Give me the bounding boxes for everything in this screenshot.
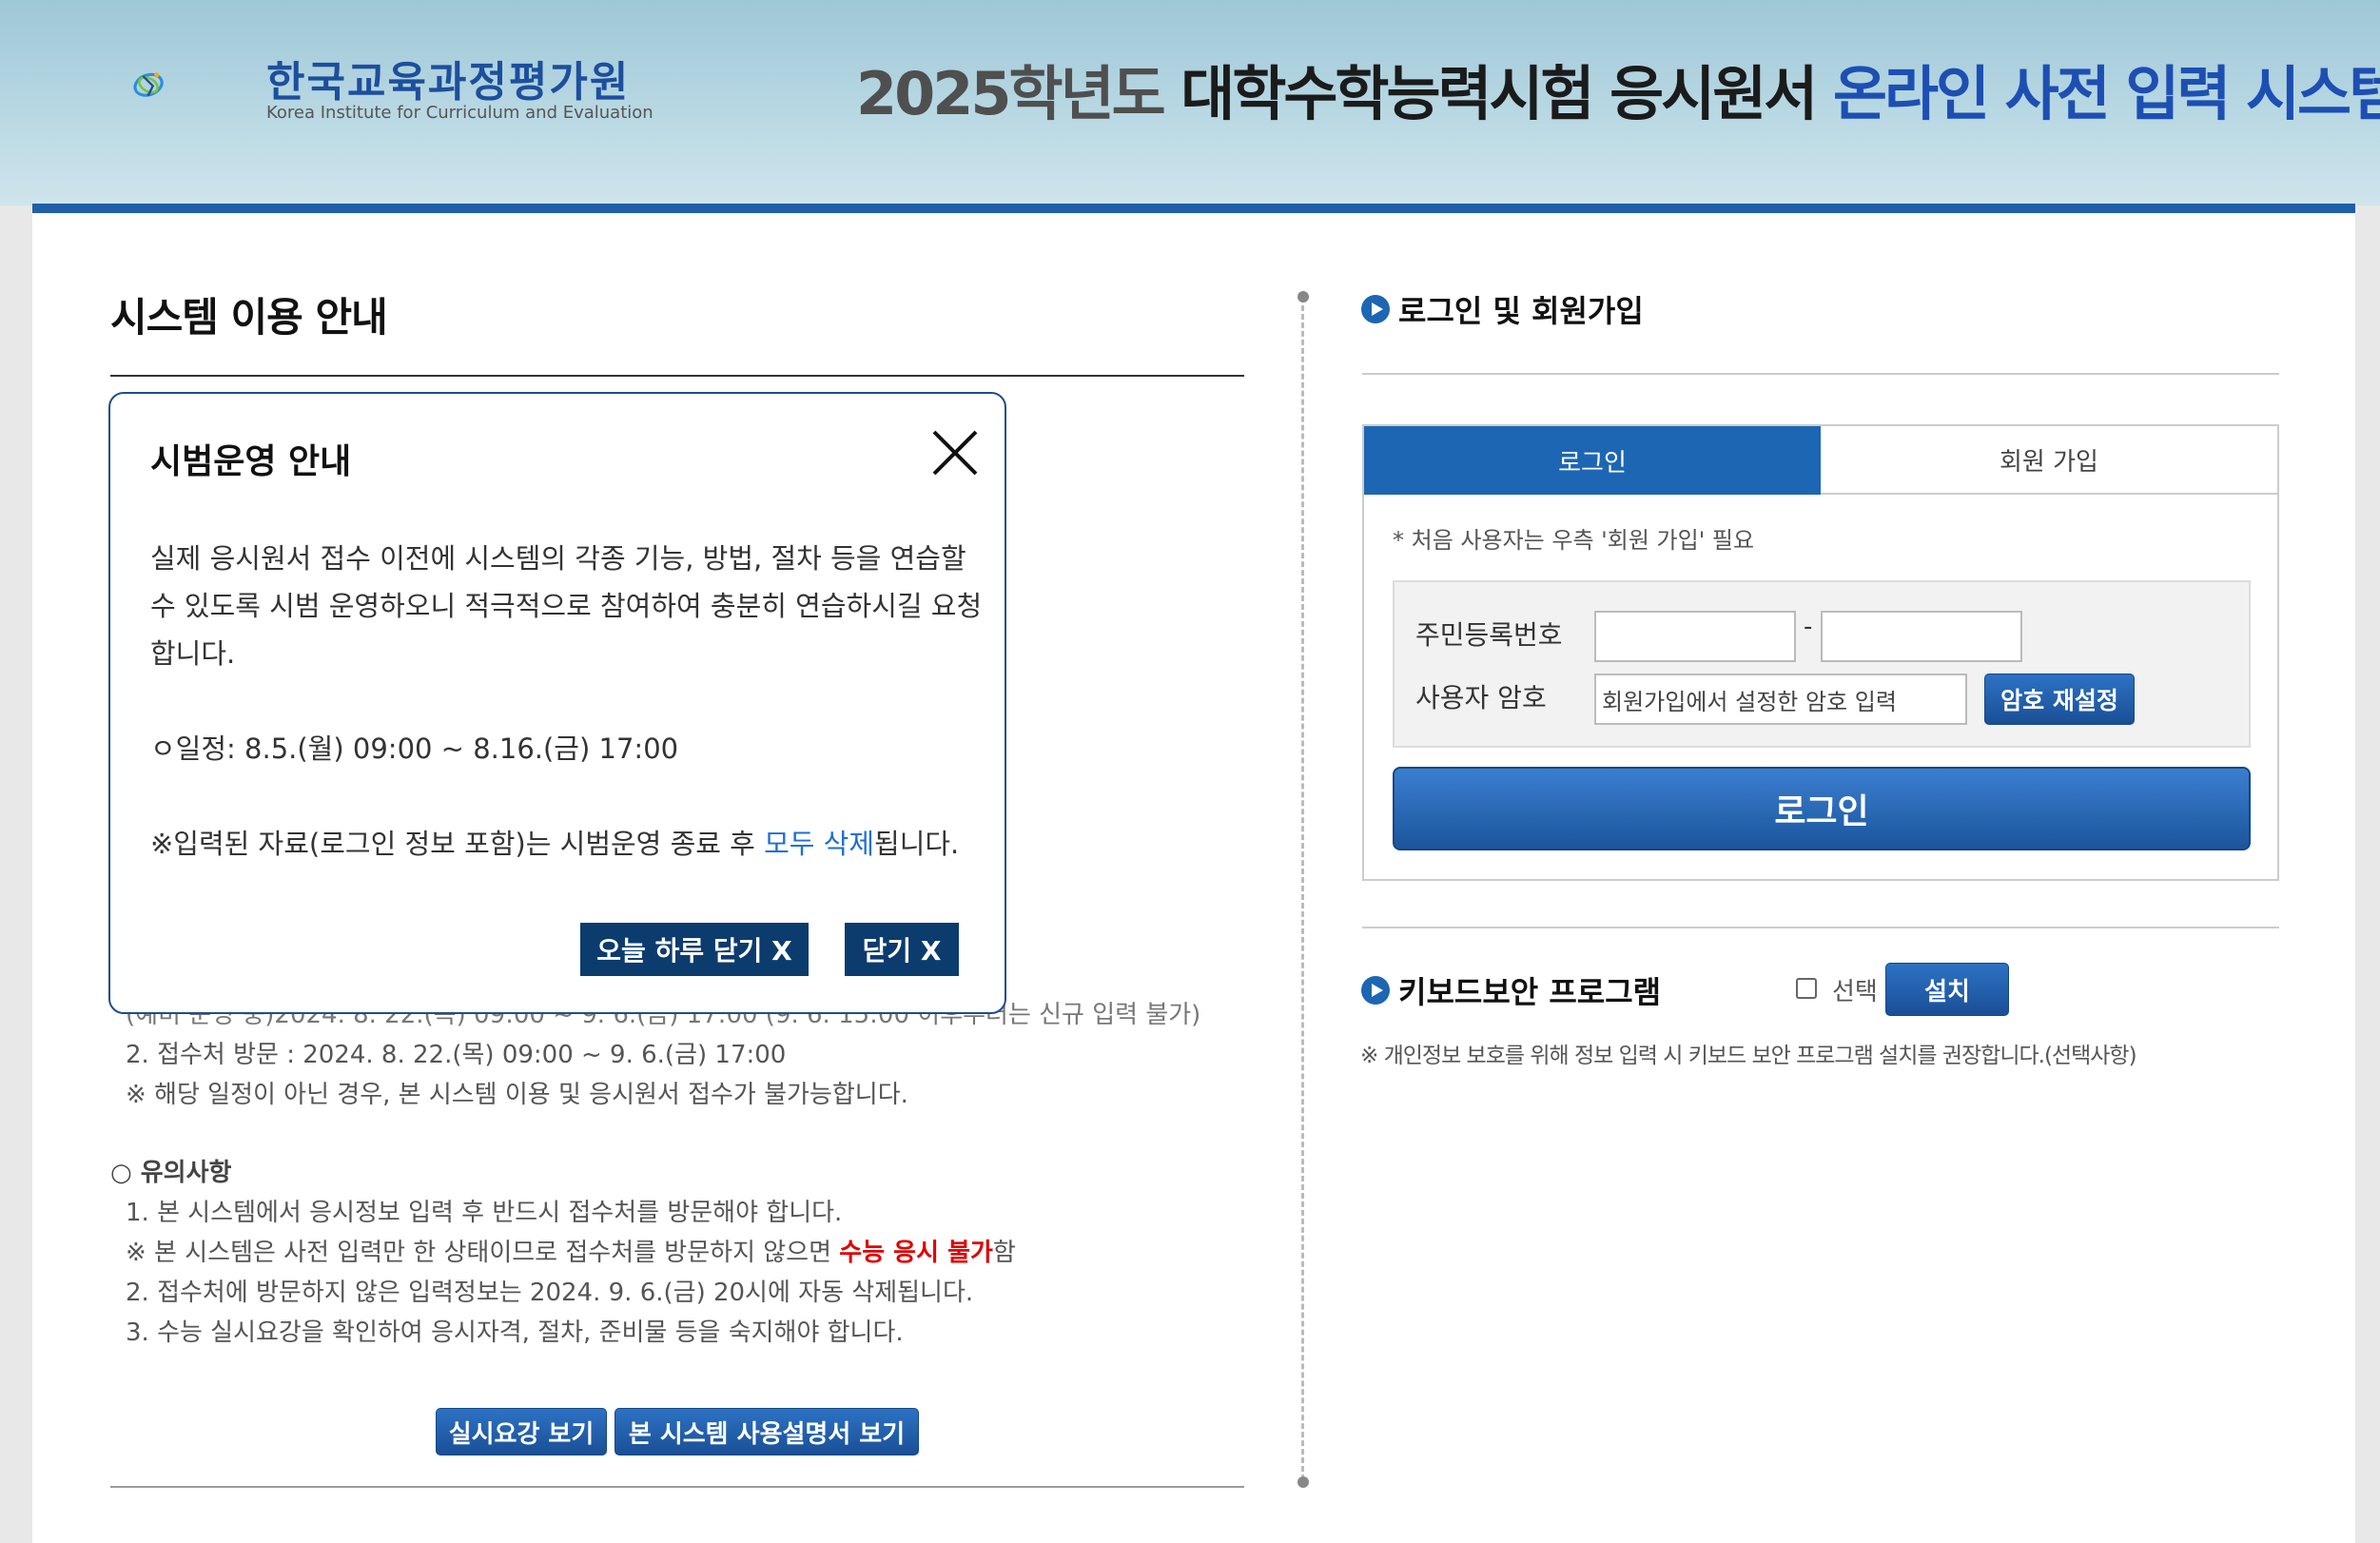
divider-bottom-dot xyxy=(1297,1476,1309,1488)
login-box: 로그인 회원 가입 * 처음 사용자는 우측 '회원 가입' 필요 주민등록번호… xyxy=(1362,424,2279,881)
login-button[interactable]: 로그인 xyxy=(1393,767,2251,850)
keyboard-select-label: 선택 xyxy=(1832,978,1878,1006)
popup-close-button[interactable]: 닫기 X xyxy=(845,923,959,976)
title-divider xyxy=(110,375,1244,377)
login-form: 주민등록번호 - 사용자 암호 회원가입에서 설정한 암호 입력 암호 재설정 xyxy=(1393,580,2251,748)
password-label: 사용자 암호 xyxy=(1415,682,1547,713)
trial-operation-popup: 시범운영 안내 실제 응시원서 접수 이전에 시스템의 각종 기능, 방법, 절… xyxy=(108,392,1006,1014)
close-today-button[interactable]: 오늘 하루 닫기 X xyxy=(580,923,809,976)
popup-line-1: 실제 응시원서 접수 이전에 시스템의 각종 기능, 방법, 절차 등을 연습할 xyxy=(150,542,966,575)
popup-notice-pre: ※입력된 자료(로그인 정보 포함)는 시범운영 종료 후 xyxy=(150,828,765,860)
keyboard-select-checkbox[interactable] xyxy=(1796,978,1817,999)
caution-2: 2. 접수처에 방문하지 않은 입력정보는 2024. 9. 6.(금) 20시… xyxy=(126,1279,974,1307)
system-guide-title: 시스템 이용 안내 xyxy=(110,294,388,341)
popup-schedule: ㅇ일정: 8.5.(월) 09:00 ~ 8.16.(금) 17:00 xyxy=(150,732,679,765)
tab-login[interactable]: 로그인 xyxy=(1364,426,1821,495)
caution-note-warning: 수능 응시 불가 xyxy=(839,1239,993,1267)
title-exam: 대학수학능력시험 응시원서 xyxy=(1180,59,1818,128)
rrn-dash: - xyxy=(1804,613,1813,641)
popup-notice-highlight: 모두 삭제 xyxy=(764,828,875,860)
bottom-divider xyxy=(110,1486,1244,1488)
close-icon[interactable] xyxy=(930,428,980,478)
play-circle-icon xyxy=(1361,295,1390,323)
cautions-heading: ○ 유의사항 xyxy=(110,1159,232,1187)
reset-password-button[interactable]: 암호 재설정 xyxy=(1984,674,2135,725)
play-circle-icon xyxy=(1361,976,1390,1005)
popup-line-2: 수 있도록 시범 운영하오니 적극적으로 참여하여 충분히 연습하시길 요청 xyxy=(150,590,983,622)
logo-english: Korea Institute for Curriculum and Evalu… xyxy=(266,103,654,123)
keyboard-section-title: 키보드보안 프로그램 xyxy=(1360,968,1661,1012)
popup-title: 시범운영 안내 xyxy=(150,442,352,481)
keyboard-section-divider xyxy=(1362,927,2279,928)
column-divider xyxy=(1301,297,1304,1480)
title-system: 온라인 사전 입력 시스템 xyxy=(1832,59,2380,128)
rrn-back-input[interactable] xyxy=(1821,611,2022,662)
logo-korean: 한국교육과정평가원 xyxy=(266,58,631,107)
install-button[interactable]: 설치 xyxy=(1885,963,2009,1016)
view-manual-button[interactable]: 본 시스템 사용설명서 보기 xyxy=(615,1408,919,1455)
header-bar xyxy=(32,204,2355,213)
password-input[interactable]: 회원가입에서 설정한 암호 입력 xyxy=(1594,674,1967,725)
first-user-note: * 처음 사용자는 우측 '회원 가입' 필요 xyxy=(1393,527,1755,554)
schedule-note: ※ 해당 일정이 아닌 경우, 본 시스템 이용 및 응시원서 접수가 불가능합… xyxy=(126,1081,908,1109)
login-section-label: 로그인 및 회원가입 xyxy=(1398,293,1644,329)
header: 한국교육과정평가원 Korea Institute for Curriculum… xyxy=(0,0,2380,205)
logo-text: 한국교육과정평가원 Korea Institute for Curriculum… xyxy=(266,23,666,146)
caution-1: 1. 본 시스템에서 응시정보 입력 후 반드시 접수처를 방문해야 합니다. xyxy=(126,1199,843,1227)
page-title: 2025학년도 대학수학능력시험 응시원서 온라인 사전 입력 시스템 xyxy=(856,46,2380,131)
divider-top-dot xyxy=(1297,291,1309,303)
login-section-title: 로그인 및 회원가입 xyxy=(1360,287,1644,331)
caution-note-pre: ※ 본 시스템은 사전 입력만 한 상태이므로 접수처를 방문하지 않으면 xyxy=(126,1239,840,1267)
keyboard-section-label: 키보드보안 프로그램 xyxy=(1398,974,1662,1010)
view-guide-button[interactable]: 실시요강 보기 xyxy=(436,1408,607,1455)
tab-signup[interactable]: 회원 가입 xyxy=(1821,426,2277,495)
popup-notice-post: 됩니다. xyxy=(874,828,960,860)
login-section-divider xyxy=(1362,373,2279,375)
rrn-front-input[interactable] xyxy=(1594,611,1796,662)
popup-notice: ※입력된 자료(로그인 정보 포함)는 시범운영 종료 후 모두 삭제됩니다. xyxy=(150,822,959,862)
caution-note-post: 함 xyxy=(992,1239,1016,1267)
schedule-item-2: 2. 접수처 방문 : 2024. 8. 22.(목) 09:00 ~ 9. 6… xyxy=(126,1041,787,1069)
keyboard-note: ※ 개인정보 보호를 위해 정보 입력 시 키보드 보안 프로그램 설치를 권장… xyxy=(1360,1044,2137,1068)
popup-line-3: 합니다. xyxy=(150,637,236,670)
caution-3: 3. 수능 실시요강을 확인하여 응시자격, 절차, 준비물 등을 숙지해야 합… xyxy=(126,1318,904,1347)
caution-note: ※ 본 시스템은 사전 입력만 한 상태이므로 접수처를 방문하지 않으면 수능… xyxy=(126,1233,1016,1268)
title-year: 2025학년도 xyxy=(856,59,1166,128)
rrn-label: 주민등록번호 xyxy=(1415,619,1563,651)
kice-logo-icon xyxy=(133,72,164,97)
